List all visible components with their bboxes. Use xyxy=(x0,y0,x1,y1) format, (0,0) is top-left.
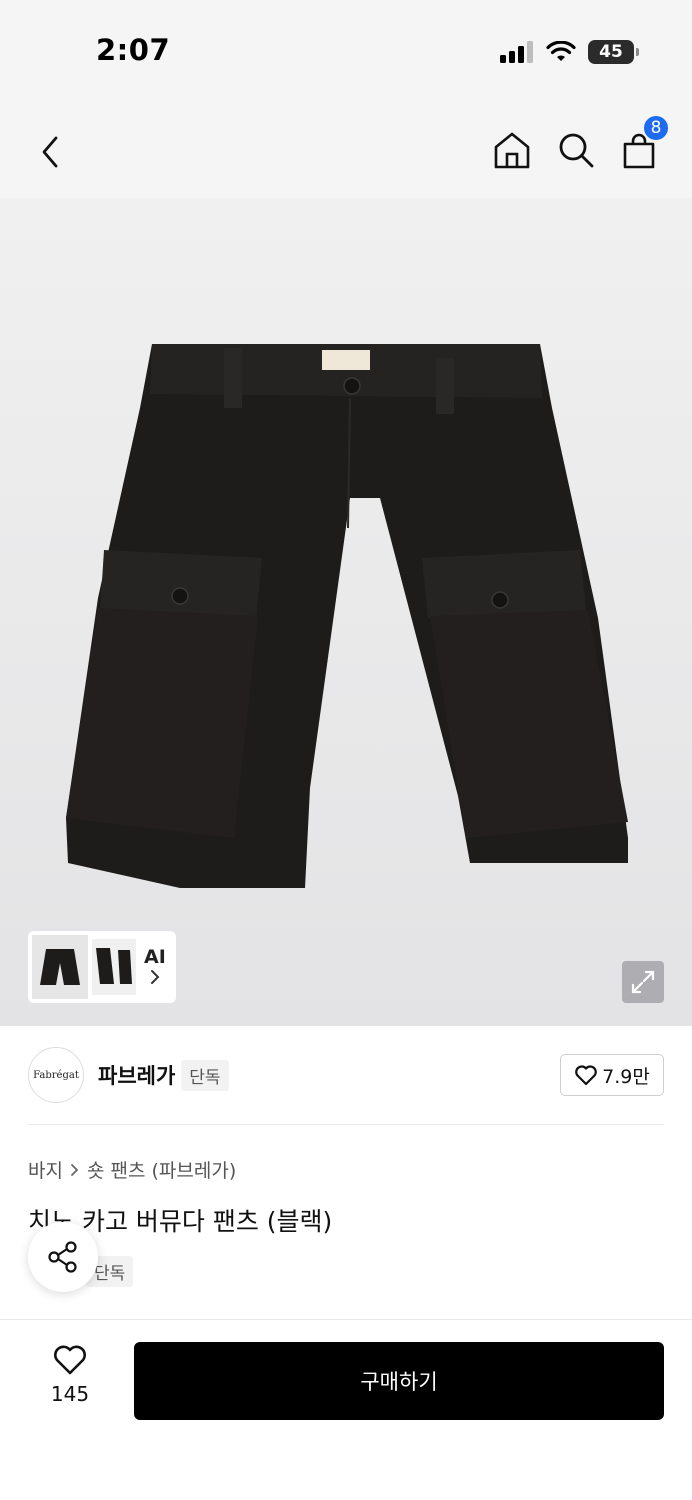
product-image xyxy=(66,344,628,888)
status-bar: 2:07 45 xyxy=(0,0,692,100)
home-icon xyxy=(494,132,530,169)
brand-like-button[interactable]: 7.9만 xyxy=(560,1054,664,1096)
wishlist-count: 145 xyxy=(50,1382,90,1406)
share-icon xyxy=(48,1241,77,1273)
wishlist-button[interactable]: 145 xyxy=(36,1344,104,1414)
product-image-gallery[interactable]: AI xyxy=(0,198,692,1026)
heart-icon xyxy=(54,1345,86,1375)
brand-exclusive-tag: 단독 xyxy=(181,1059,229,1091)
status-time: 2:07 xyxy=(96,33,171,67)
divider xyxy=(28,1124,664,1125)
heart-icon xyxy=(575,1065,597,1086)
status-icons: 45 xyxy=(500,38,639,66)
buy-button[interactable]: 구매하기 xyxy=(134,1342,664,1420)
brand-like-count: 7.9만 xyxy=(602,1065,650,1088)
brand-row: Fabrégat 파브레가 단독 7.9만 xyxy=(28,1046,664,1104)
search-icon xyxy=(559,133,594,168)
bottom-action-bar: 145 구매하기 xyxy=(0,1319,692,1500)
wifi-icon xyxy=(546,41,576,61)
breadcrumb: 바지 숏 팬츠 (파브레가) xyxy=(28,1156,236,1183)
search-button[interactable] xyxy=(554,128,598,172)
breadcrumb-item-subcategory[interactable]: 숏 팬츠 (파브레가) xyxy=(87,1156,236,1183)
thumbnail-strip[interactable]: AI xyxy=(28,931,176,1003)
home-button[interactable] xyxy=(490,128,534,172)
thumbnail-1[interactable] xyxy=(32,935,88,999)
cart-button[interactable]: 8 xyxy=(618,114,670,172)
thumbnail-image xyxy=(96,948,132,984)
chevron-right-icon xyxy=(150,970,160,985)
breadcrumb-item-category[interactable]: 바지 xyxy=(28,1156,63,1183)
battery-indicator: 45 xyxy=(588,40,639,64)
brand-name[interactable]: 파브레가 xyxy=(98,1060,175,1090)
signal-icon xyxy=(500,41,533,63)
cart-count-badge: 8 xyxy=(642,114,670,142)
share-button[interactable] xyxy=(28,1222,98,1292)
expand-image-button[interactable] xyxy=(622,961,664,1003)
ai-view-button[interactable]: AI xyxy=(144,945,166,988)
expand-icon xyxy=(631,970,655,994)
back-button[interactable] xyxy=(30,132,70,172)
back-icon xyxy=(42,136,58,168)
thumbnail-2[interactable] xyxy=(92,939,136,995)
brand-logo[interactable]: Fabrégat xyxy=(28,1047,84,1103)
nav-bar: 8 xyxy=(0,100,692,198)
chevron-right-icon xyxy=(71,1163,79,1176)
thumbnail-image xyxy=(40,949,80,985)
ai-label: AI xyxy=(144,945,166,968)
